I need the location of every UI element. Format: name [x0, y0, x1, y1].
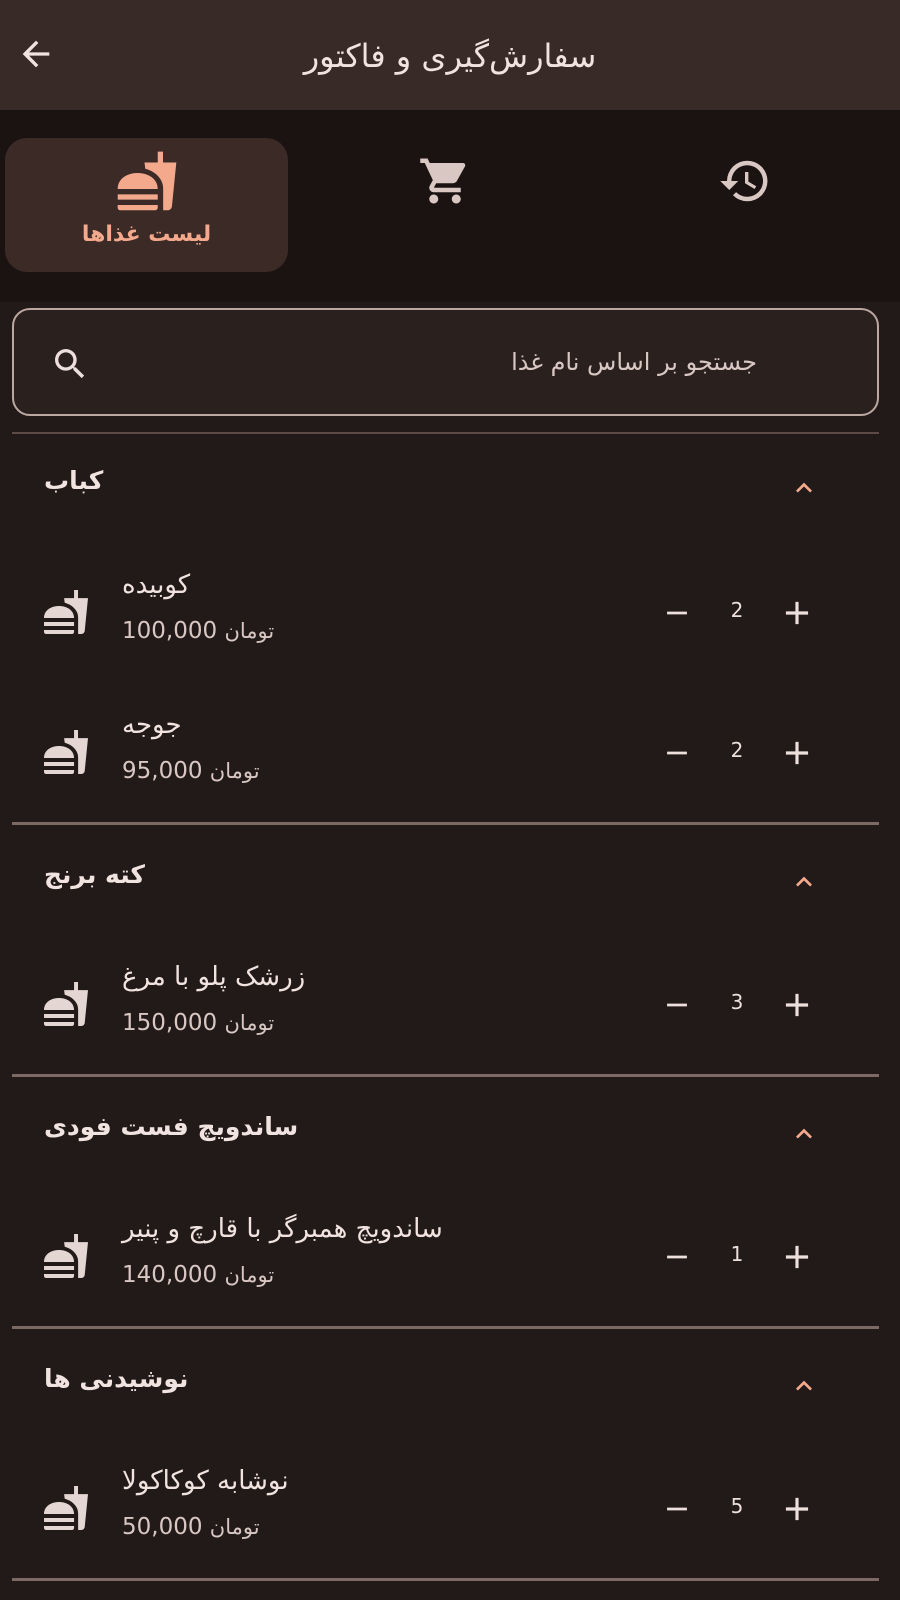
section-title: کته برنج	[44, 860, 145, 889]
minus-icon	[667, 1003, 687, 1007]
item-name: جوجه	[122, 710, 182, 740]
top-navigation: لیست غذاها	[0, 110, 900, 302]
section-header-kebab[interactable]: کباب	[12, 448, 879, 528]
chevron-up-icon[interactable]	[788, 866, 820, 898]
increase-button[interactable]	[772, 980, 822, 1030]
quantity-value: 1	[730, 1242, 744, 1266]
item-price: 95,000 تومان	[122, 758, 260, 784]
increase-button[interactable]	[772, 1484, 822, 1534]
quantity-value: 2	[730, 598, 744, 622]
quantity-value: 3	[730, 990, 744, 1014]
divider	[12, 1578, 879, 1581]
currency-label: تومان	[224, 1011, 275, 1035]
tab-history[interactable]	[603, 138, 886, 272]
fastfood-icon	[44, 1486, 88, 1530]
currency-label: تومان	[209, 759, 260, 783]
divider	[12, 432, 879, 434]
chevron-up-icon[interactable]	[788, 472, 820, 504]
tab-food-list[interactable]: لیست غذاها	[5, 138, 288, 272]
price-value: 95,000	[122, 758, 203, 784]
divider	[12, 1326, 879, 1329]
page-title: سفارش‌گیری و فاکتور	[303, 37, 597, 75]
decrease-button[interactable]	[652, 1232, 702, 1282]
minus-icon	[667, 751, 687, 755]
decrease-button[interactable]	[652, 1484, 702, 1534]
chevron-up-icon[interactable]	[788, 1370, 820, 1402]
search-field[interactable]	[12, 308, 879, 416]
list-item: جوجه 95,000 تومان 2	[12, 698, 879, 808]
currency-label: تومان	[224, 619, 275, 643]
plus-icon	[785, 1245, 809, 1269]
minus-icon	[667, 1507, 687, 1511]
app-bar: سفارش‌گیری و فاکتور	[0, 0, 900, 110]
plus-icon	[785, 1497, 809, 1521]
quantity-stepper: 2	[652, 588, 822, 638]
quantity-value: 5	[730, 1494, 744, 1518]
decrease-button[interactable]	[652, 728, 702, 778]
search-input[interactable]	[124, 310, 757, 414]
list-item: کوبیده 100,000 تومان 2	[12, 558, 879, 668]
quantity-stepper: 3	[652, 980, 822, 1030]
fastfood-icon	[44, 730, 88, 774]
tab-food-list-label: لیست غذاها	[81, 222, 212, 247]
chevron-up-icon[interactable]	[788, 1118, 820, 1150]
section-title: ساندویچ فست فودی	[44, 1112, 299, 1141]
price-value: 50,000	[122, 1514, 203, 1540]
item-price: 150,000 تومان	[122, 1010, 274, 1036]
list-item: نوشابه کوکاکولا 50,000 تومان 5	[12, 1454, 879, 1564]
price-value: 150,000	[122, 1010, 218, 1036]
decrease-button[interactable]	[652, 980, 702, 1030]
list-item: ساندویچ همبرگر با قارچ و پنیر 140,000 تو…	[12, 1202, 879, 1312]
section-header-sandwich[interactable]: ساندویچ فست فودی	[12, 1094, 879, 1174]
plus-icon	[785, 601, 809, 625]
increase-button[interactable]	[772, 588, 822, 638]
currency-label: تومان	[224, 1263, 275, 1287]
item-name: زرشک پلو با مرغ	[122, 962, 306, 992]
currency-label: تومان	[209, 1515, 260, 1539]
quantity-stepper: 2	[652, 728, 822, 778]
fastfood-icon	[44, 1234, 88, 1278]
cart-icon	[419, 158, 465, 204]
item-price: 100,000 تومان	[122, 618, 274, 644]
history-icon	[719, 160, 767, 202]
tab-cart[interactable]	[303, 138, 586, 272]
quantity-stepper: 1	[652, 1232, 822, 1282]
minus-icon	[667, 1255, 687, 1259]
fastfood-icon	[44, 982, 88, 1026]
item-name: نوشابه کوکاکولا	[122, 1466, 289, 1496]
divider	[12, 1074, 879, 1077]
quantity-stepper: 5	[652, 1484, 822, 1534]
fastfood-icon	[117, 151, 176, 211]
item-name: ساندویچ همبرگر با قارچ و پنیر	[122, 1214, 443, 1244]
list-item: زرشک پلو با مرغ 150,000 تومان 3	[12, 950, 879, 1060]
section-title: کباب	[44, 466, 104, 495]
minus-icon	[667, 611, 687, 615]
section-header-rice[interactable]: کته برنج	[12, 842, 879, 922]
item-price: 140,000 تومان	[122, 1262, 274, 1288]
divider	[12, 822, 879, 825]
decrease-button[interactable]	[652, 588, 702, 638]
plus-icon	[785, 993, 809, 1017]
section-header-drinks[interactable]: نوشیدنی ها	[12, 1346, 879, 1426]
fastfood-icon	[44, 590, 88, 634]
price-value: 100,000	[122, 618, 218, 644]
search-icon	[55, 349, 85, 379]
item-price: 50,000 تومان	[122, 1514, 260, 1540]
increase-button[interactable]	[772, 728, 822, 778]
plus-icon	[785, 741, 809, 765]
quantity-value: 2	[730, 738, 744, 762]
item-name: کوبیده	[122, 570, 191, 600]
price-value: 140,000	[122, 1262, 218, 1288]
section-title: نوشیدنی ها	[44, 1364, 189, 1393]
increase-button[interactable]	[772, 1232, 822, 1282]
